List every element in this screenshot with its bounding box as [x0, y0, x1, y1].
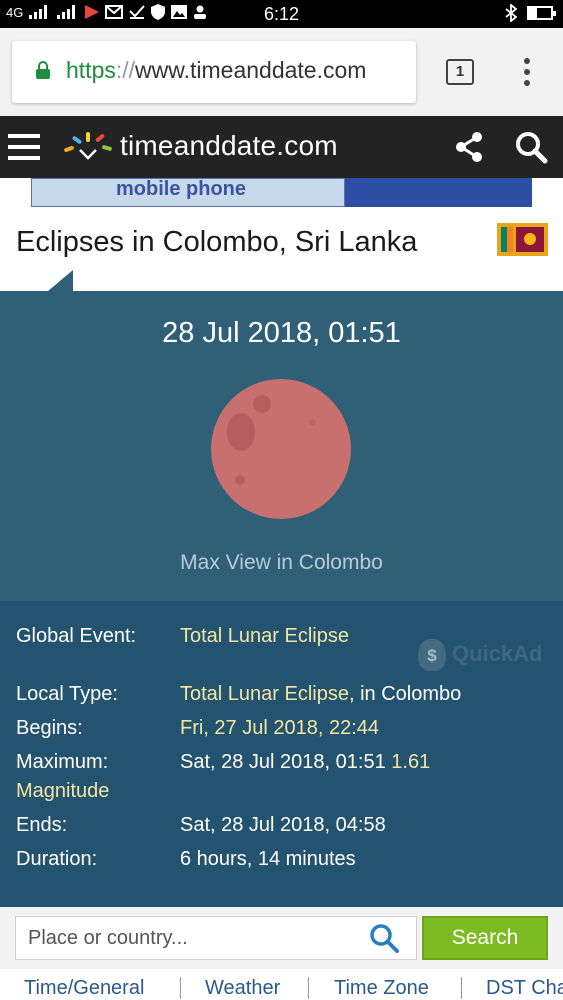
- global-event-label: Global Event:: [16, 625, 137, 647]
- site-logo-icon[interactable]: [62, 130, 116, 164]
- site-name[interactable]: timeanddate.com: [120, 130, 338, 162]
- advertisement-banner[interactable]: mobile phone: [31, 178, 532, 208]
- tab-switcher-button[interactable]: 1: [446, 59, 474, 85]
- money-bag-icon: $: [418, 639, 446, 671]
- lock-icon: [36, 61, 50, 79]
- nav-divider: [308, 977, 309, 999]
- nav-divider: [180, 977, 181, 999]
- watermark-text: QuickAd: [452, 640, 543, 666]
- share-icon[interactable]: [452, 130, 486, 164]
- local-type-label: Local Type:: [16, 683, 118, 705]
- hamburger-menu-icon[interactable]: [8, 134, 40, 160]
- search-button[interactable]: Search: [422, 916, 548, 960]
- local-type-link[interactable]: Total Lunar Eclipse: [180, 683, 349, 705]
- browser-toolbar: https://www.timeanddate.com 1: [0, 28, 563, 116]
- local-type-suffix: , in Colombo: [348, 683, 462, 705]
- search-magnifier-icon[interactable]: [368, 922, 400, 954]
- url-scheme: https: [66, 57, 116, 83]
- panel-notch: [48, 270, 73, 291]
- search-bar: Place or country... Search: [0, 907, 563, 969]
- eclipse-datetime: 28 Jul 2018, 01:51: [162, 317, 401, 349]
- magnitude-value: 1.61: [391, 751, 431, 773]
- begins-link[interactable]: Fri, 27 Jul 2018, 22:44: [180, 717, 379, 739]
- nav-weather[interactable]: Weather: [205, 977, 280, 1000]
- status-time: 6:12: [263, 4, 300, 24]
- address-bar[interactable]: https://www.timeanddate.com: [12, 41, 416, 103]
- row-begins: Begins: Fri, 27 Jul 2018, 22:44: [16, 717, 379, 740]
- duration-value: 6 hours, 14 minutes: [180, 848, 356, 870]
- row-ends: Ends: Sat, 28 Jul 2018, 04:58: [16, 814, 386, 837]
- maximum-value: Sat, 28 Jul 2018, 01:51: [180, 751, 386, 773]
- duration-label: Duration:: [16, 848, 98, 870]
- overflow-menu-icon[interactable]: [519, 58, 535, 88]
- nav-divider: [461, 977, 462, 999]
- nav-dst-changes[interactable]: DST Cha: [486, 977, 563, 1000]
- quickad-watermark: $ QuickAd: [418, 639, 542, 671]
- maximum-label: Maximum:: [16, 751, 109, 773]
- begins-label: Begins:: [16, 717, 83, 739]
- eclipse-panel: 28 Jul 2018, 01:51 Max View in Colombo: [0, 291, 563, 601]
- ad-image: [345, 178, 532, 207]
- magnitude-label[interactable]: Magnitude: [16, 780, 109, 803]
- row-maximum: Maximum: Sat, 28 Jul 2018, 01:51 1.61: [16, 751, 430, 774]
- site-header: timeanddate.com: [0, 116, 563, 178]
- eclipse-moon-icon: [211, 379, 351, 519]
- status-bar: 4G 6:12: [0, 0, 563, 28]
- row-duration: Duration: 6 hours, 14 minutes: [16, 848, 356, 871]
- bottom-navigation: Time/General Weather Time Zone DST Cha: [0, 969, 563, 1000]
- bluetooth-icon: [505, 4, 517, 22]
- battery-icon: [527, 6, 556, 20]
- url-text[interactable]: https://www.timeanddate.com: [66, 57, 366, 84]
- row-global-event: Global Event: Total Lunar Eclipse: [16, 625, 349, 648]
- ad-text: mobile phone: [31, 178, 345, 207]
- sri-lanka-flag-icon: [497, 223, 548, 256]
- search-icon[interactable]: [514, 130, 548, 164]
- ends-value: Sat, 28 Jul 2018, 04:58: [180, 814, 386, 836]
- row-local-type: Local Type: Total Lunar Eclipse, in Colom…: [16, 683, 461, 706]
- ends-label: Ends:: [16, 814, 68, 836]
- place-search-input[interactable]: Place or country...: [15, 916, 417, 960]
- url-host: www.timeanddate.com: [135, 57, 367, 83]
- page-title: Eclipses in Colombo, Sri Lanka: [16, 226, 418, 258]
- status-icons-right: [505, 4, 556, 22]
- eclipse-details: $ QuickAd Global Event: Total Lunar Eclips…: [0, 601, 563, 907]
- max-view-caption: Max View in Colombo: [180, 551, 383, 574]
- url-separator: ://: [115, 57, 136, 83]
- global-event-link[interactable]: Total Lunar Eclipse: [180, 625, 349, 647]
- nav-time-general[interactable]: Time/General: [24, 977, 144, 1000]
- nav-time-zone[interactable]: Time Zone: [334, 977, 429, 1000]
